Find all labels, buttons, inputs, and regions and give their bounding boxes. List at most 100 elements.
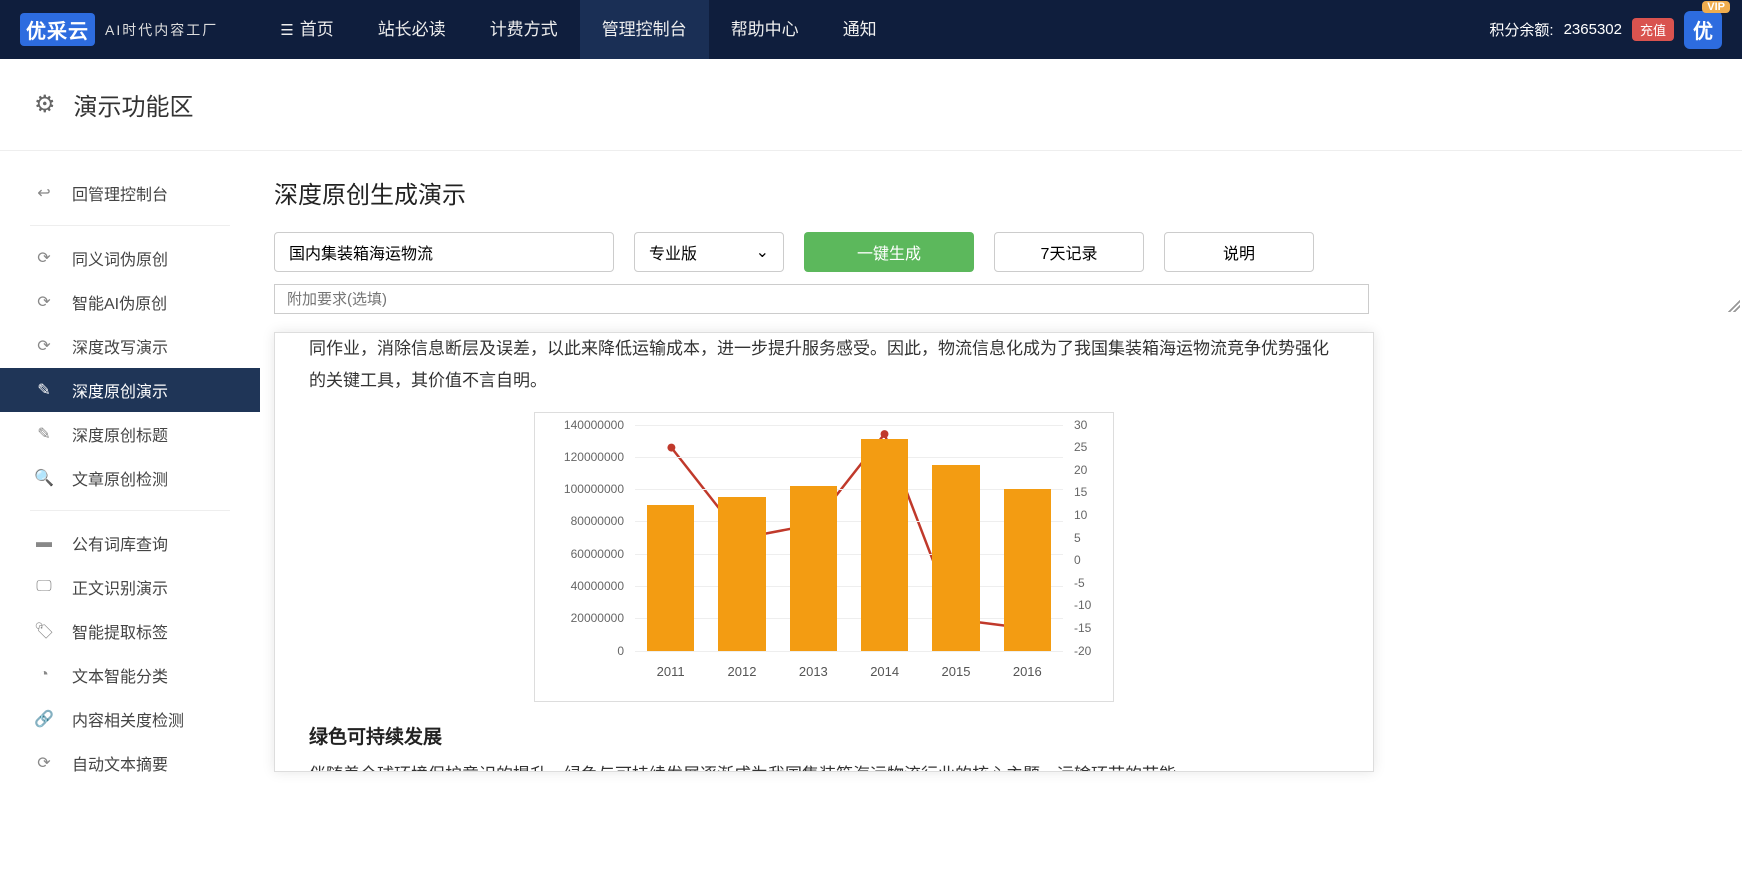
chart-area (635, 425, 1063, 651)
xtick: 2015 (920, 664, 991, 679)
resize-handle-icon[interactable] (1728, 300, 1740, 312)
generate-button[interactable]: 一键生成 (804, 232, 974, 272)
keyword-input[interactable] (274, 232, 614, 272)
edit-icon: ✎ (34, 380, 54, 400)
xtick: 2011 (635, 664, 706, 679)
recharge-button[interactable]: 充值 (1632, 18, 1674, 41)
nav-item[interactable]: 通知 (821, 0, 899, 59)
bar (932, 465, 979, 651)
pie-icon: ◔ (34, 666, 54, 684)
x-axis: 201120122013201420152016 (635, 664, 1063, 679)
help-button[interactable]: 说明 (1164, 232, 1314, 272)
sidebar-item[interactable]: ✎ 深度原创标题 (0, 412, 260, 456)
sidebar-item[interactable]: ◔ 文本智能分类 (0, 653, 260, 697)
nav-label: 帮助中心 (731, 20, 799, 39)
xtick: 2016 (992, 664, 1063, 679)
sidebar-label: 回管理控制台 (72, 181, 168, 205)
logo[interactable]: 优采云 AI时代内容工厂 (20, 13, 218, 46)
ytick-left: 120000000 (564, 450, 624, 464)
paragraph: 伴随着全球环境保护意识的提升，绿色与可持续发展逐渐成为我国集装箱海运物流行业的核… (309, 759, 1339, 772)
ytick-right: 25 (1074, 440, 1087, 454)
vip-tag: VIP (1702, 1, 1730, 13)
main-content: 深度原创生成演示 专业版 ⌄ 一键生成 7天记录 说明 同作业，消除信息断层及误… (260, 151, 1742, 805)
ytick-right: -10 (1074, 598, 1091, 612)
extra-input[interactable] (274, 284, 1369, 314)
record-button[interactable]: 7天记录 (994, 232, 1144, 272)
ytick-right: 20 (1074, 463, 1087, 477)
points-label: 积分余额: (1489, 19, 1553, 40)
header-right: 积分余额: 2365302 充值 优 VIP (1489, 11, 1722, 49)
reply-icon: ↩ (34, 183, 54, 203)
nav-label: 首页 (300, 20, 334, 39)
sidebar-item[interactable]: ⟳智能AI伪原创 (0, 280, 260, 324)
refresh-icon: ⟳ (34, 248, 54, 268)
sidebar-item[interactable]: ↩ 回管理控制台 (0, 171, 260, 215)
xtick: 2014 (849, 664, 920, 679)
version-select[interactable]: 专业版 ⌄ (634, 232, 784, 272)
gear-icon: ⚙ (34, 90, 56, 119)
refresh-icon: ⟳ (34, 336, 54, 356)
sidebar-label: 文本智能分类 (72, 663, 168, 687)
chart: 0 20000000 40000000 60000000 80000000 1000000… (534, 412, 1114, 702)
ytick-left: 20000000 (571, 611, 624, 625)
page-title: 演示功能区 (74, 87, 194, 122)
sidebar-label: 深度原创演示 (72, 378, 168, 402)
nav-label: 管理控制台 (602, 20, 687, 39)
ytick-right: 15 (1074, 485, 1087, 499)
controls-row: 专业版 ⌄ 一键生成 7天记录 说明 (274, 232, 1742, 272)
ytick-right: -15 (1074, 621, 1091, 635)
ytick-left: 40000000 (571, 579, 624, 593)
nav-item[interactable]: 帮助中心 (709, 0, 821, 59)
bar (1004, 489, 1051, 650)
page-titlebar: ⚙ 演示功能区 (0, 59, 1742, 151)
ytick-left: 100000000 (564, 482, 624, 496)
sidebar-item[interactable]: 🖵 正文识别演示 (0, 565, 260, 609)
ytick-left: 140000000 (564, 418, 624, 432)
sidebar-item[interactable]: 🏷智能提取标签 (0, 609, 260, 653)
vip-badge[interactable]: 优 VIP (1684, 11, 1722, 49)
ytick-right: 10 (1074, 508, 1087, 522)
sidebar-label: 智能AI伪原创 (72, 290, 167, 314)
xtick: 2012 (706, 664, 777, 679)
content-preview[interactable]: 同作业，消除信息断层及误差，以此来降低运输成本，进一步提升服务感受。因此，物流信… (274, 332, 1374, 772)
sidebar-label: 深度原创标题 (72, 422, 168, 446)
nav-item[interactable]: ☰ 首页 (258, 0, 355, 59)
ytick-right: 30 (1074, 418, 1087, 432)
bar (718, 497, 765, 650)
extra-input-wrap (274, 284, 1742, 314)
ytick-left: 80000000 (571, 514, 624, 528)
edit-icon: ✎ (34, 424, 54, 444)
xtick: 2013 (778, 664, 849, 679)
sidebar-label: 同义词伪原创 (72, 246, 168, 270)
ytick-left: 0 (617, 644, 624, 658)
sidebar-item[interactable]: ⟳自动文本摘要 (0, 741, 260, 785)
sidebar-label: 智能提取标签 (72, 619, 168, 643)
nav-item[interactable]: 计费方式 (468, 0, 580, 59)
y-axis-right: -20-15-10-5051015202530 (1068, 425, 1113, 651)
nav-label: 站长必读 (378, 20, 446, 39)
sidebar-item[interactable]: ⟳ 同义词伪原创 (0, 236, 260, 280)
bar (790, 486, 837, 651)
chevron-down-icon: ⌄ (756, 242, 769, 262)
sidebar-item[interactable]: 🔗内容相关度检测 (0, 697, 260, 741)
sidebar-item[interactable]: ⟳ 深度改写演示 (0, 324, 260, 368)
book-icon: ▬ (34, 534, 54, 552)
sidebar-item[interactable]: 🔍文章原创检测 (0, 456, 260, 500)
search-icon: 🔍 (34, 468, 54, 488)
nav-label: 通知 (843, 20, 877, 39)
sidebar-item[interactable]: ✎ 深度原创演示 (0, 368, 260, 412)
nav-item[interactable]: 管理控制台 (580, 0, 709, 59)
points-value: 2365302 (1564, 21, 1622, 38)
bar (647, 505, 694, 650)
nav-item[interactable]: 站长必读 (356, 0, 468, 59)
nav-label: 计费方式 (490, 20, 558, 39)
bar (861, 439, 908, 650)
monitor-icon: 🖵 (34, 578, 54, 596)
sidebar-item[interactable]: ▬公有词库查询 (0, 521, 260, 565)
sidebar-label: 正文识别演示 (72, 575, 168, 599)
paragraph: 同作业，消除信息断层及误差，以此来降低运输成本，进一步提升服务感受。因此，物流信… (309, 333, 1339, 398)
ytick-left: 60000000 (571, 547, 624, 561)
top-header: 优采云 AI时代内容工厂 ☰ 首页 站长必读 计费方式 管理控制台 帮助中心 通知 积分余额… (0, 0, 1742, 59)
sidebar-label: 深度改写演示 (72, 334, 168, 358)
menu-icon: ☰ (280, 22, 293, 39)
